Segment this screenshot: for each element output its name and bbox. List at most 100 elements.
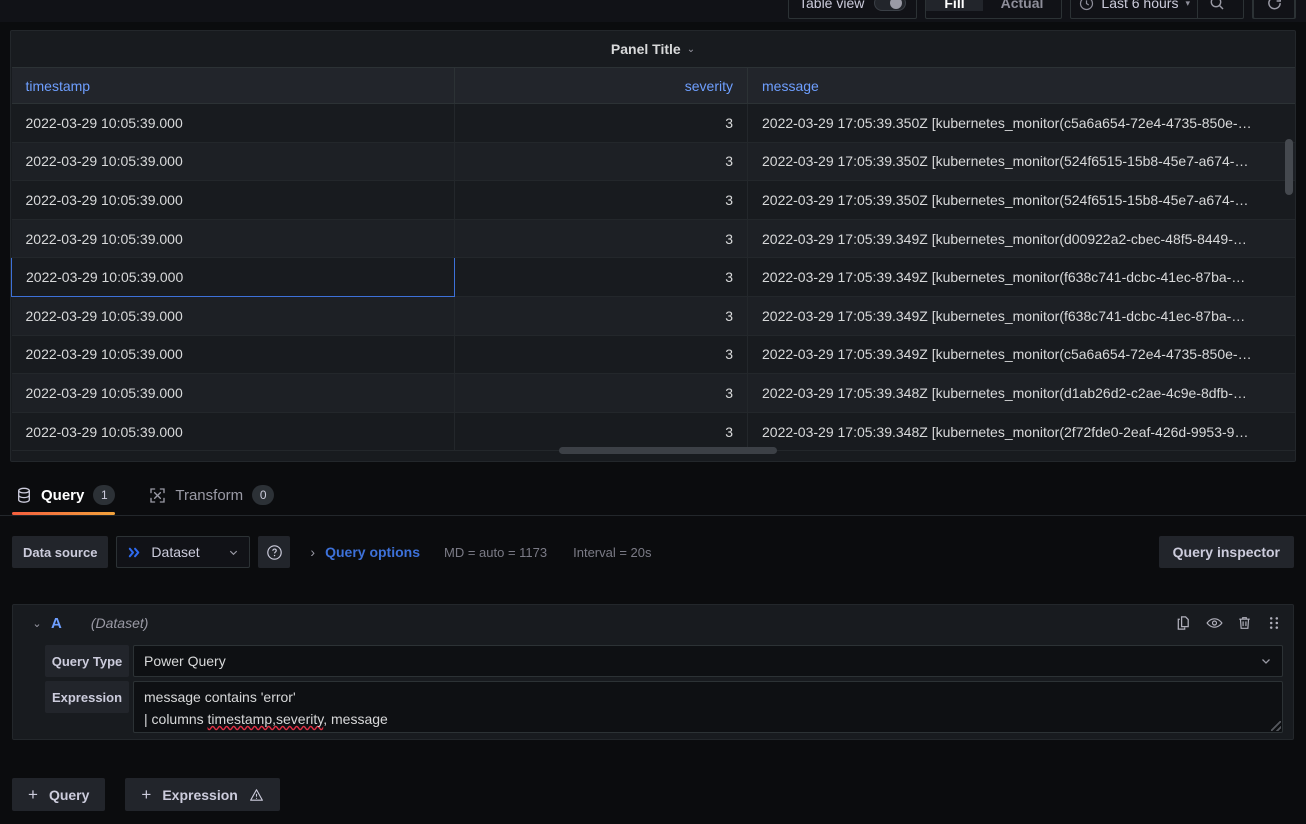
table-row[interactable]: 2022-03-29 10:05:39.000 3 2022-03-29 17:05… (11, 373, 1295, 413)
cell-message[interactable]: 2022-03-29 17:05:39.349Z [kubernetes_mon… (747, 335, 1295, 375)
results-table: timestamp severity message 2022-03-29 10… (11, 67, 1295, 452)
cell-message[interactable]: 2022-03-29 17:05:39.348Z [kubernetes_mon… (747, 412, 1295, 452)
query-options-expander[interactable]: › Query options (310, 544, 420, 560)
interval-info: Interval = 20s (573, 544, 652, 560)
query-row-header: ⌄ A (Dataset) (13, 605, 1293, 641)
cell-severity[interactable]: 3 (454, 180, 748, 220)
eye-icon[interactable] (1205, 613, 1223, 633)
refresh-icon[interactable] (1253, 0, 1295, 19)
query-ref-id[interactable]: A (51, 615, 62, 632)
cell-timestamp[interactable]: 2022-03-29 10:05:39.000 (11, 296, 455, 336)
table-view-toggle-group[interactable]: Table view (788, 0, 918, 19)
chevron-down-icon[interactable]: ⌄ (687, 44, 695, 55)
time-range-picker[interactable]: Last 6 hours ▾ (1070, 0, 1244, 19)
fill-actual-segmented-control[interactable]: Fill Actual (925, 0, 1063, 19)
expression-textarea[interactable]: message contains 'error' | columns times… (133, 681, 1283, 733)
editor-tabs: Query 1 Transform 0 (0, 474, 1306, 516)
table-row[interactable]: 2022-03-29 10:05:39.000 3 2022-03-29 17:05… (11, 142, 1295, 182)
cell-message[interactable]: 2022-03-29 17:05:39.350Z [kubernetes_mon… (747, 103, 1295, 143)
table-row[interactable]: 2022-03-29 10:05:39.000 3 2022-03-29 17:05… (11, 412, 1295, 452)
cell-message[interactable]: 2022-03-29 17:05:39.349Z [kubernetes_mon… (747, 257, 1295, 297)
visualization-panel: Panel Title ⌄ timestamp severity message… (10, 30, 1296, 462)
query-inspector-button[interactable]: Query inspector (1158, 536, 1294, 568)
table-row[interactable]: 2022-03-29 10:05:39.000 3 2022-03-29 17:05… (11, 219, 1295, 259)
table-view-switch-knob (890, 0, 903, 9)
double-chevron-icon (127, 545, 142, 560)
expression-line-2: | columns timestamp,severity, message (144, 708, 1272, 730)
tab-transform[interactable]: Transform 0 (145, 475, 288, 515)
refresh-group[interactable] (1252, 0, 1296, 19)
column-header-timestamp[interactable]: timestamp (11, 67, 455, 104)
cell-severity[interactable]: 3 (454, 296, 748, 336)
cell-message[interactable]: 2022-03-29 17:05:39.350Z [kubernetes_mon… (747, 142, 1295, 182)
tab-transform-label: Transform (175, 486, 244, 504)
copy-icon[interactable] (1175, 613, 1193, 633)
cell-timestamp[interactable]: 2022-03-29 10:05:39.000 (11, 219, 455, 259)
cell-timestamp[interactable]: 2022-03-29 10:05:39.000 (11, 142, 455, 182)
data-source-name: Dataset (151, 544, 200, 560)
cell-timestamp[interactable]: 2022-03-29 10:05:39.000 (11, 335, 455, 375)
table-row[interactable]: 2022-03-29 10:05:39.000 3 2022-03-29 17:05… (11, 180, 1295, 220)
cell-severity[interactable]: 3 (454, 103, 748, 143)
table-horizontal-scrollbar[interactable] (11, 447, 1295, 455)
cell-severity[interactable]: 3 (454, 219, 748, 259)
table-view-switch[interactable] (874, 0, 907, 11)
cell-message[interactable]: 2022-03-29 17:05:39.348Z [kubernetes_mon… (747, 373, 1295, 413)
chevron-down-icon: ▾ (1185, 0, 1190, 8)
expression-field: Expression message contains 'error' | co… (13, 681, 1293, 733)
table-row[interactable]: 2022-03-29 10:05:39.000 3 2022-03-29 17:05… (11, 296, 1295, 336)
add-query-button[interactable]: + Query (12, 778, 106, 811)
cell-timestamp[interactable]: 2022-03-29 10:05:39.000 (11, 412, 455, 452)
cell-severity[interactable]: 3 (454, 335, 748, 375)
cell-severity[interactable]: 3 (454, 257, 748, 297)
add-expression-button[interactable]: + Expression (125, 778, 280, 811)
add-buttons-row: + Query + Expression (12, 778, 280, 811)
chevron-right-icon: › (310, 544, 316, 560)
table-vertical-scrollbar-thumb[interactable] (1285, 139, 1293, 195)
clock-icon (1079, 0, 1094, 11)
time-range-label: Last 6 hours (1101, 0, 1179, 11)
zoom-out-button[interactable] (1197, 0, 1235, 19)
cell-timestamp[interactable]: 2022-03-29 10:05:39.000 (11, 180, 455, 220)
table-row[interactable]: 2022-03-29 10:05:39.000 3 2022-03-29 17:05… (11, 257, 1295, 297)
cell-message[interactable]: 2022-03-29 17:05:39.349Z [kubernetes_mon… (747, 219, 1295, 259)
query-type-field: Query Type Power Query (13, 645, 1293, 677)
table-container: timestamp severity message 2022-03-29 10… (11, 67, 1295, 452)
tab-transform-badge: 0 (252, 485, 275, 505)
data-source-picker[interactable]: Dataset (116, 536, 251, 568)
cell-severity[interactable]: 3 (454, 373, 748, 413)
textarea-resize-handle[interactable] (1271, 721, 1281, 731)
query-options-bar: Data source Dataset › Query options MD =… (12, 534, 1294, 570)
column-header-message[interactable]: message (747, 67, 1295, 104)
table-horizontal-scrollbar-thumb[interactable] (559, 447, 777, 454)
query-options-label: Query options (325, 544, 420, 560)
collapse-query-chevron-icon[interactable]: ⌄ (23, 617, 51, 630)
table-row[interactable]: 2022-03-29 10:05:39.000 3 2022-03-29 17:05… (11, 103, 1295, 143)
trash-icon[interactable] (1235, 613, 1253, 633)
cell-message[interactable]: 2022-03-29 17:05:39.349Z [kubernetes_mon… (747, 296, 1295, 336)
actual-button[interactable]: Actual (983, 0, 1062, 11)
table-vertical-scrollbar[interactable] (1285, 139, 1293, 461)
fill-button[interactable]: Fill (926, 0, 983, 11)
warning-triangle-icon (249, 788, 264, 802)
cell-timestamp[interactable]: 2022-03-29 10:05:39.000 (11, 373, 455, 413)
cell-severity[interactable]: 3 (454, 412, 748, 452)
expression-line-2-suffix: , message (323, 711, 388, 727)
drag-handle-icon[interactable] (1265, 613, 1283, 633)
cell-timestamp[interactable]: 2022-03-29 10:05:39.000 (11, 257, 455, 297)
tab-query[interactable]: Query 1 (12, 475, 129, 515)
cell-message[interactable]: 2022-03-29 17:05:39.350Z [kubernetes_mon… (747, 180, 1295, 220)
query-type-select[interactable]: Power Query (133, 645, 1283, 677)
table-row[interactable]: 2022-03-29 10:05:39.000 3 2022-03-29 17:05… (11, 335, 1295, 375)
tab-active-indicator (12, 512, 116, 515)
column-header-severity[interactable]: severity (454, 67, 748, 104)
panel-edit-toolbar: Table view Fill Actual Last 6 hours ▾ (0, 0, 1306, 22)
query-row-actions (1175, 613, 1283, 633)
table-view-label: Table view (799, 0, 865, 11)
cell-severity[interactable]: 3 (454, 142, 748, 182)
cell-timestamp[interactable]: 2022-03-29 10:05:39.000 (11, 103, 455, 143)
data-source-help-button[interactable] (258, 536, 291, 568)
tab-query-badge: 1 (93, 485, 116, 505)
expression-line-2-prefix: | columns (144, 711, 208, 727)
panel-header[interactable]: Panel Title ⌄ (11, 31, 1295, 67)
